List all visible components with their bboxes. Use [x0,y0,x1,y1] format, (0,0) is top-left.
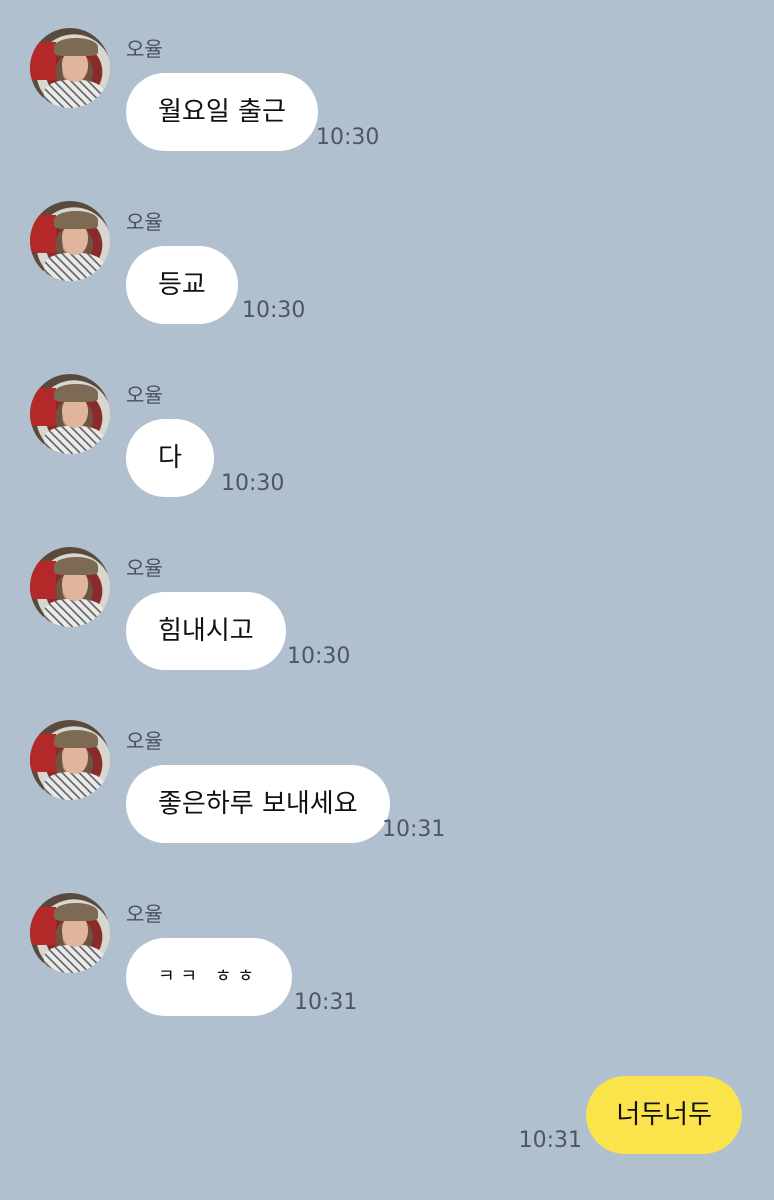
message-time: 10:30 [287,644,351,669]
incoming-message: 오율 다 10:30 [0,374,774,534]
message-time: 10:30 [242,298,306,323]
sender-name: 오율 [126,729,163,753]
message-bubble[interactable]: 힘내시고 [126,592,286,670]
sender-avatar[interactable] [30,28,110,108]
incoming-message: 오율 월요일 출근 10:30 [0,28,774,188]
message-bubble[interactable]: 다 [126,419,214,497]
sender-avatar[interactable] [30,547,110,627]
message-bubble[interactable]: 좋은하루 보내세요 [126,765,390,843]
incoming-message: 오율 힘내시고 10:30 [0,547,774,707]
sender-avatar[interactable] [30,201,110,281]
message-bubble[interactable]: 등교 [126,246,238,324]
sender-avatar[interactable] [30,374,110,454]
message-bubble[interactable]: 월요일 출근 [126,73,318,151]
my-message-time: 10:31 [518,1128,582,1153]
message-time: 10:31 [294,990,358,1015]
sender-name: 오율 [126,383,163,407]
message-bubble[interactable]: ㅋㅋ ㅎㅎ [126,938,292,1016]
sender-name: 오율 [126,902,163,926]
sender-avatar[interactable] [30,720,110,800]
sender-name: 오율 [126,37,163,61]
sender-name: 오율 [126,556,163,580]
message-time: 10:30 [316,125,380,150]
sender-name: 오율 [126,210,163,234]
chat-message-list[interactable]: 오율 월요일 출근 10:30 오율 등교 10:30 오율 다 10:30 오… [0,0,774,1200]
my-message-bubble[interactable]: 너두너두 [586,1076,742,1154]
sender-avatar[interactable] [30,893,110,973]
incoming-message: 오율 등교 10:30 [0,201,774,361]
message-time: 10:30 [221,471,285,496]
incoming-message: 오율 좋은하루 보내세요 10:31 [0,720,774,880]
incoming-message: 오율 ㅋㅋ ㅎㅎ 10:31 [0,893,774,1053]
message-time: 10:31 [382,817,446,842]
